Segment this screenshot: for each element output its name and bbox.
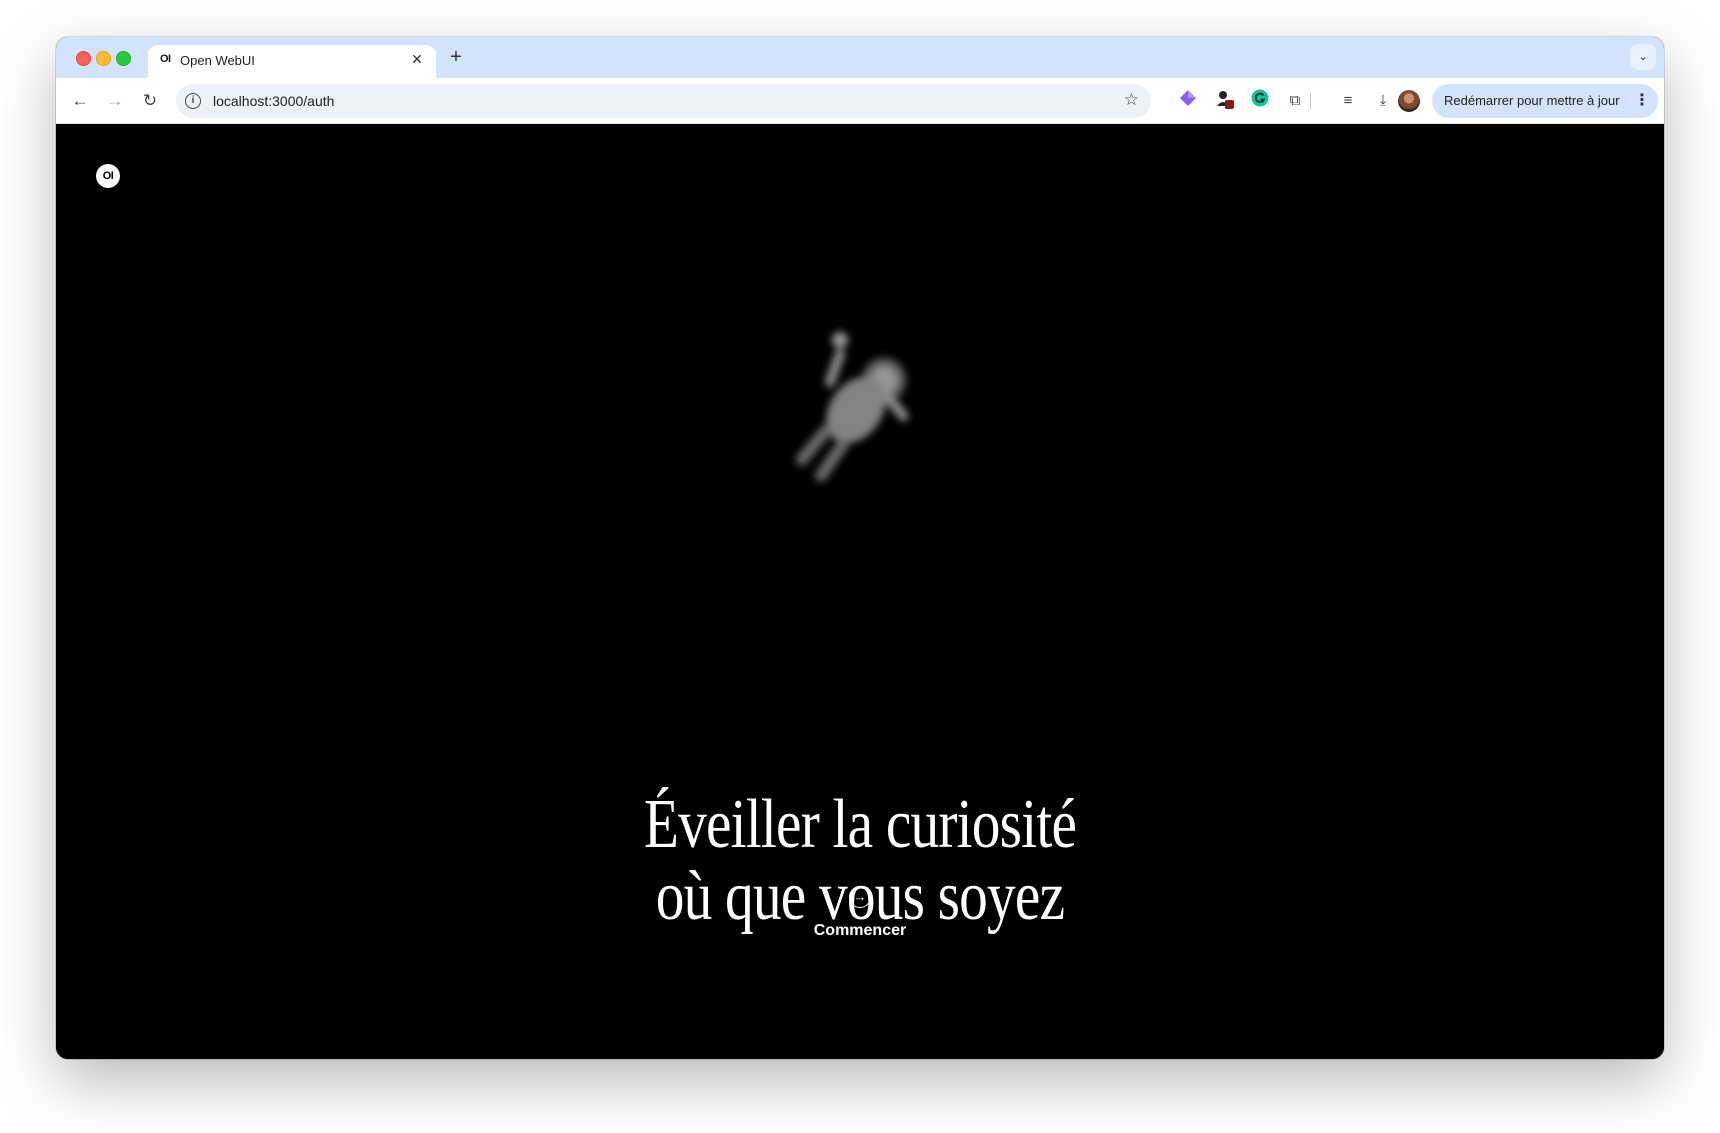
downloads-icon[interactable]: ⤓ <box>1371 89 1395 113</box>
minimize-window-button[interactable] <box>96 51 111 66</box>
new-tab-button[interactable]: + <box>444 45 468 69</box>
tab-title: Open WebUI <box>180 53 255 68</box>
tab-favicon-icon: OI <box>160 53 171 65</box>
profile-avatar[interactable] <box>1398 90 1420 112</box>
tab-strip: OI Open WebUI ✕ + ⌄ <box>56 37 1664 78</box>
floating-astronaut-image <box>795 332 909 482</box>
toolbar-separator <box>1310 93 1311 109</box>
tab-search-chevron-icon[interactable]: ⌄ <box>1630 44 1656 70</box>
grammarly-extension-icon[interactable] <box>1248 89 1272 113</box>
browser-window: OI Open WebUI ✕ + ⌄ ← → ↻ i localhost:30… <box>56 37 1664 1059</box>
reading-list-icon[interactable]: ≡ <box>1336 89 1360 113</box>
page-headline: Éveiller la curiosité où que vous soyez <box>201 789 1520 933</box>
more-options-kebab-icon[interactable]: ⋮ <box>1634 90 1650 110</box>
forward-button[interactable]: → <box>103 89 127 113</box>
reload-button[interactable]: ↻ <box>138 89 162 113</box>
open-webui-logo: OI <box>96 164 120 188</box>
profile-extension-icon[interactable] <box>1213 89 1237 113</box>
start-button-label[interactable]: Commencer <box>56 922 1664 940</box>
back-button[interactable]: ← <box>68 89 92 113</box>
headline-line-1: Éveiller la curiosité <box>643 786 1077 863</box>
address-bar[interactable]: i localhost:3000/auth ☆ <box>176 84 1151 118</box>
gem-extension-icon[interactable] <box>1176 89 1200 113</box>
site-info-icon[interactable]: i <box>185 93 201 109</box>
bookmark-star-icon[interactable]: ☆ <box>1124 90 1139 110</box>
update-button-label: Redémarrer pour mettre à jour <box>1444 93 1620 108</box>
browser-toolbar: ← → ↻ i localhost:3000/auth ☆ ⧉ ≡ ⤓ Redé… <box>56 78 1664 124</box>
auth-landing-page: OI Éveiller la curiosité où que vous soy… <box>56 124 1664 1059</box>
extensions-puzzle-icon[interactable]: ⧉ <box>1283 89 1307 113</box>
relaunch-to-update-button[interactable]: Redémarrer pour mettre à jour ⋮ <box>1432 84 1658 118</box>
tab-close-icon[interactable]: ✕ <box>408 50 426 68</box>
start-arrow-icon[interactable]: → <box>849 886 871 908</box>
close-window-button[interactable] <box>76 51 91 66</box>
tab-open-webui[interactable]: OI Open WebUI ✕ <box>148 45 436 78</box>
zoom-window-button[interactable] <box>116 51 131 66</box>
url-text[interactable]: localhost:3000/auth <box>213 93 334 109</box>
